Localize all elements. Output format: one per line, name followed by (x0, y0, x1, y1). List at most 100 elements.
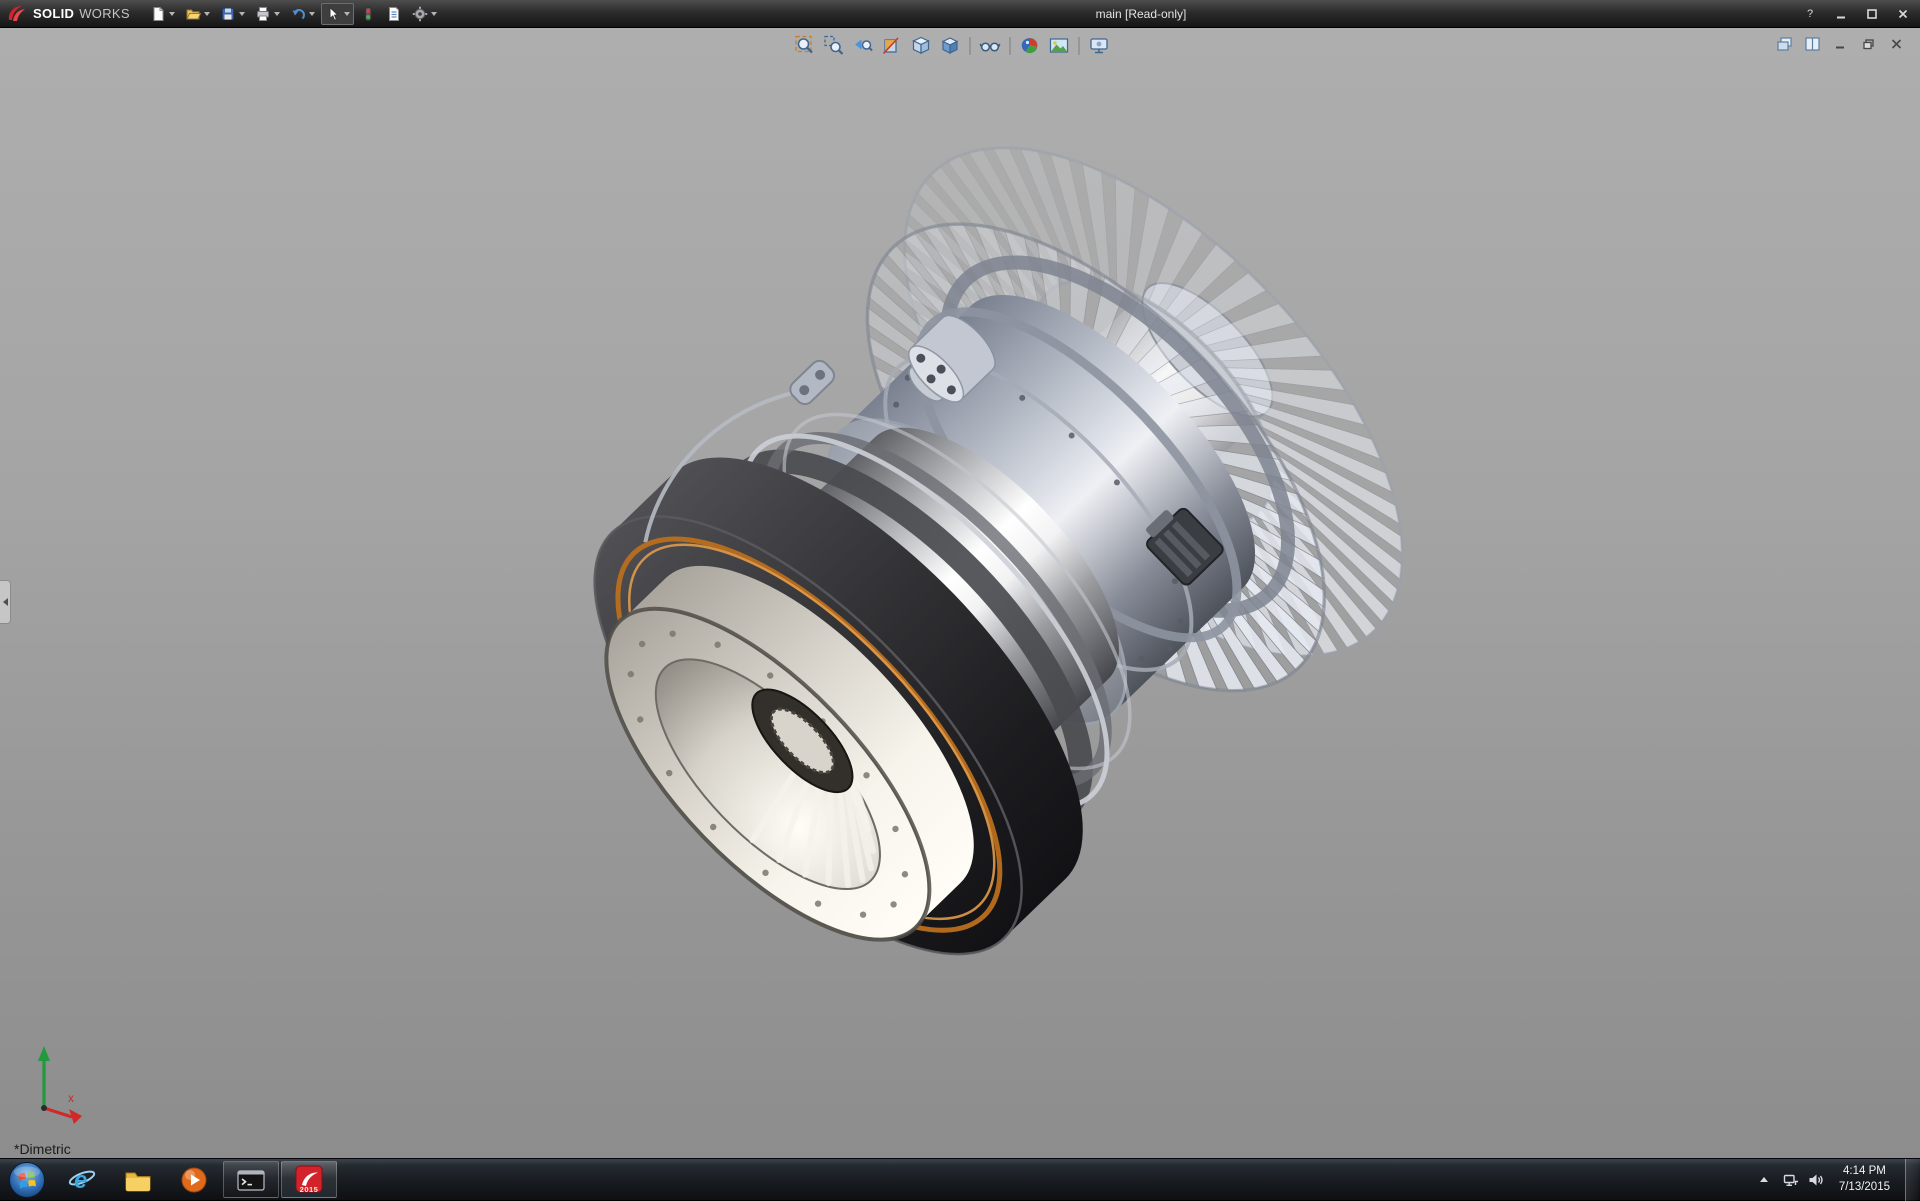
zoom-to-fit-icon (795, 35, 816, 56)
maximize-icon (1866, 8, 1878, 20)
print-icon (255, 6, 271, 22)
taskbar-solidworks[interactable]: 2015 (281, 1161, 337, 1198)
apply-scene-button[interactable] (1047, 33, 1072, 58)
close-document-button[interactable] (1887, 35, 1906, 52)
svg-text:e: e (74, 1167, 87, 1194)
minimize-document-icon (1834, 38, 1847, 50)
options-gear-icon (412, 6, 428, 22)
window-controls: ? (1799, 5, 1914, 22)
view-settings-button[interactable] (1087, 33, 1112, 58)
start-button[interactable] (0, 1159, 54, 1200)
chevron-up-icon (1760, 1177, 1768, 1182)
dropdown-caret-icon[interactable] (204, 12, 210, 16)
undo-button[interactable] (286, 3, 319, 25)
previous-view-icon (853, 35, 874, 56)
restore-document-button[interactable] (1859, 35, 1878, 52)
volume-icon[interactable] (1808, 1172, 1824, 1188)
close-document-icon (1890, 38, 1903, 50)
graphics-area[interactable]: x *Dimetric (0, 28, 1920, 1158)
brand-text-bold: SOLID (33, 6, 74, 21)
hide-show-items-glasses-icon (980, 35, 1001, 56)
view-orientation-button[interactable] (909, 33, 934, 58)
taskbar-windows-explorer[interactable] (110, 1159, 166, 1200)
network-icon[interactable] (1783, 1172, 1799, 1188)
zoom-to-fit-button[interactable] (793, 33, 818, 58)
command-prompt-icon (236, 1165, 266, 1195)
orientation-triad: x (10, 1038, 96, 1130)
clock-time: 4:14 PM (1839, 1164, 1890, 1180)
solidworks-window: SOLID WORKS (0, 0, 1920, 1200)
rebuild-button[interactable] (356, 3, 380, 25)
folder-icon (123, 1165, 153, 1195)
save-button[interactable] (216, 3, 249, 25)
edit-appearance-button[interactable] (1018, 33, 1043, 58)
zoom-to-area-icon (824, 35, 845, 56)
open-button[interactable] (181, 3, 214, 25)
view-orientation-cube-icon (911, 35, 932, 56)
select-cursor-icon (325, 6, 341, 22)
featuremanager-collapse-handle[interactable] (0, 580, 11, 624)
cascade-windows-button[interactable] (1775, 35, 1794, 52)
options-button[interactable] (408, 3, 441, 25)
dropdown-caret-icon[interactable] (309, 12, 315, 16)
x-axis-label: x (68, 1091, 74, 1105)
system-tray: 4:14 PM 7/13/2015 (1754, 1159, 1920, 1200)
tile-windows-button[interactable] (1803, 35, 1822, 52)
minimize-button[interactable] (1830, 5, 1852, 22)
dropdown-caret-icon[interactable] (344, 12, 350, 16)
media-player-icon (179, 1165, 209, 1195)
windows-start-orb-icon (8, 1161, 46, 1199)
file-properties-button[interactable] (382, 3, 406, 25)
view-settings-icon (1089, 35, 1110, 56)
undo-icon (290, 6, 306, 22)
dropdown-caret-icon[interactable] (274, 12, 280, 16)
new-document-icon (150, 6, 166, 22)
rebuild-stoplight-icon (360, 6, 376, 22)
previous-view-button[interactable] (851, 33, 876, 58)
toolbar-separator (1079, 37, 1080, 55)
toolbar-separator (1010, 37, 1011, 55)
print-button[interactable] (251, 3, 284, 25)
taskbar-clock[interactable]: 4:14 PM 7/13/2015 (1833, 1164, 1896, 1195)
model-jet-engine[interactable] (0, 28, 1920, 1158)
solidworks-year-badge: 2015 (282, 1185, 336, 1194)
restore-document-icon (1862, 38, 1875, 50)
show-desktop-button[interactable] (1905, 1159, 1918, 1201)
help-button[interactable]: ? (1799, 5, 1821, 22)
document-window-controls (1775, 35, 1906, 52)
standard-toolbar (146, 3, 441, 25)
heads-up-view-toolbar (793, 33, 1112, 58)
edit-appearance-ball-icon (1020, 35, 1041, 56)
close-button[interactable] (1892, 5, 1914, 22)
taskbar-internet-explorer[interactable]: e (54, 1159, 110, 1200)
apply-scene-icon (1049, 35, 1070, 56)
close-icon (1897, 8, 1909, 20)
dropdown-caret-icon[interactable] (431, 12, 437, 16)
minimize-document-button[interactable] (1831, 35, 1850, 52)
new-document-button[interactable] (146, 3, 179, 25)
display-style-button[interactable] (938, 33, 963, 58)
solidworks-logo: SOLID WORKS (6, 4, 130, 24)
select-button[interactable] (321, 3, 354, 25)
maximize-button[interactable] (1861, 5, 1883, 22)
brand-text-light: WORKS (79, 6, 130, 21)
hide-show-items-button[interactable] (978, 33, 1003, 58)
zoom-to-area-button[interactable] (822, 33, 847, 58)
windows-taskbar: e (0, 1158, 1920, 1200)
dropdown-caret-icon[interactable] (169, 12, 175, 16)
document-title: main [Read-only] (1096, 7, 1187, 21)
show-hidden-icons-button[interactable] (1754, 1165, 1774, 1195)
cascade-windows-icon (1776, 36, 1793, 52)
tile-windows-icon (1804, 36, 1821, 52)
view-orientation-label: *Dimetric (14, 1141, 71, 1157)
taskbar-media-player[interactable] (166, 1159, 222, 1200)
save-icon (220, 6, 236, 22)
open-folder-icon (185, 6, 201, 22)
section-view-icon (882, 35, 903, 56)
minimize-icon (1835, 8, 1847, 20)
dropdown-caret-icon[interactable] (239, 12, 245, 16)
file-properties-icon (386, 6, 402, 22)
internet-explorer-icon: e (67, 1165, 97, 1195)
taskbar-command-prompt[interactable] (223, 1161, 279, 1198)
section-view-button[interactable] (880, 33, 905, 58)
